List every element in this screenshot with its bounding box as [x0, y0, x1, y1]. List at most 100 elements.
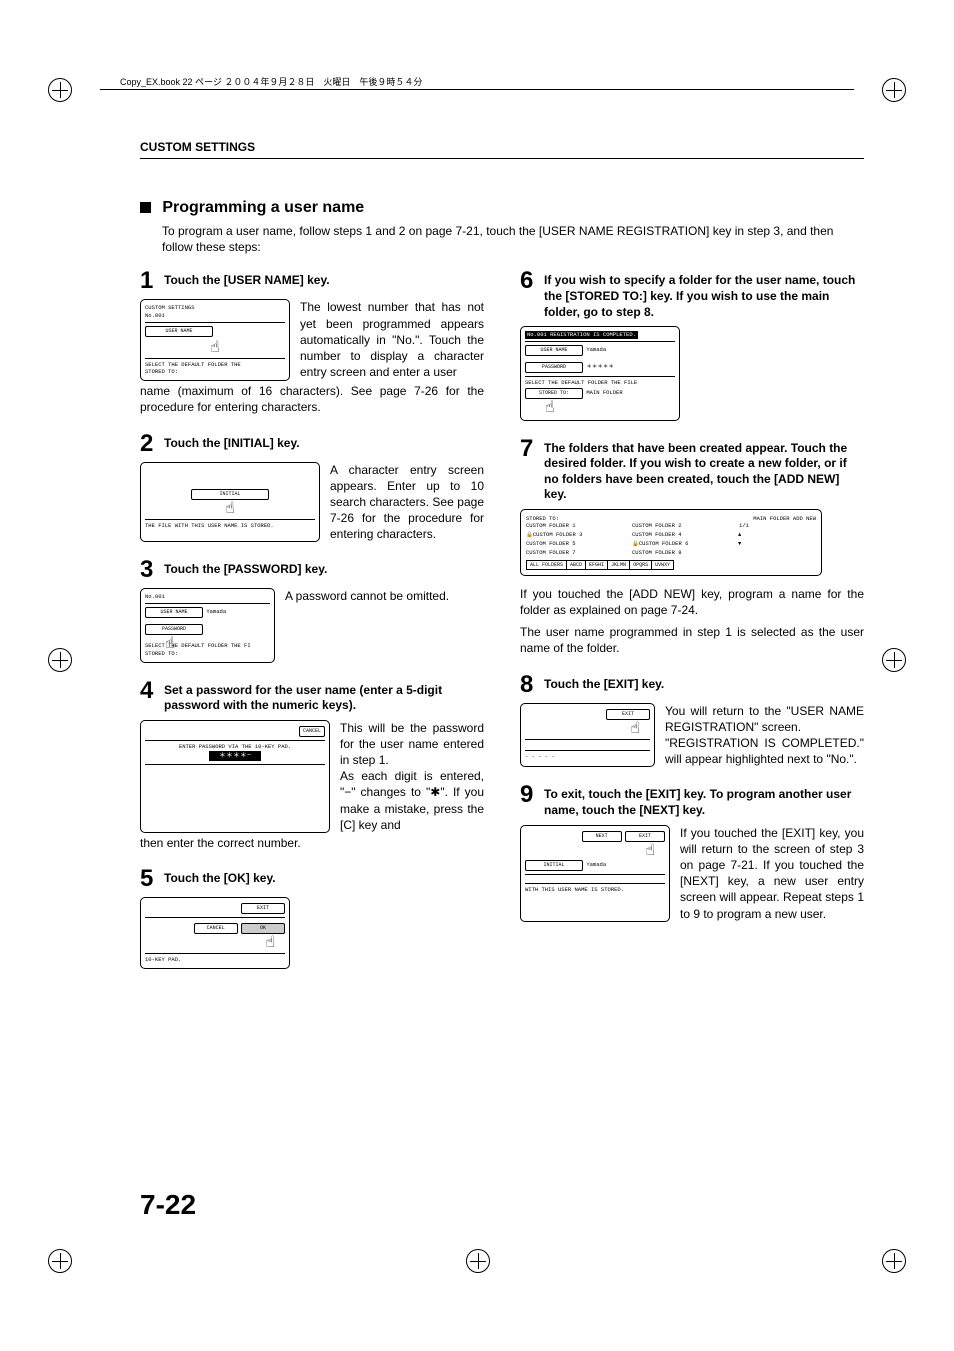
crop-mark-icon — [882, 1249, 906, 1273]
screen-label: SELECT THE DEFAULT FOLDER THE — [145, 361, 285, 369]
step-number: 4 — [140, 679, 158, 703]
step-text: You will return to the "USER NAME REGIST… — [665, 703, 864, 768]
page-title: Programming a user name — [162, 199, 364, 216]
folder-button[interactable]: CUSTOM FOLDER 5 — [526, 540, 626, 547]
step-number: 8 — [520, 673, 538, 697]
screen-label: 10-KEY PAD. — [145, 956, 285, 964]
crop-mark-icon — [466, 1249, 490, 1273]
folder-button[interactable]: CUSTOM FOLDER 4 — [632, 531, 732, 538]
screen-label: - - - - - — [525, 753, 650, 761]
exit-button[interactable]: EXIT — [625, 831, 665, 842]
step-number: 1 — [140, 269, 158, 293]
initial-button[interactable]: INITIAL — [525, 860, 583, 871]
hand-icon: ☝ — [545, 399, 555, 417]
crop-mark-icon — [882, 648, 906, 672]
user-name-button[interactable]: USER NAME — [145, 326, 213, 337]
screen-label: STORED TO: — [526, 515, 559, 522]
step-text: name (maximum of 16 characters). See pag… — [140, 383, 484, 415]
screen-value: Yamada — [586, 861, 606, 868]
ok-button[interactable]: OK — [241, 923, 285, 934]
hand-icon: ☝ — [210, 339, 220, 357]
hand-icon: ☝ — [630, 720, 640, 738]
folder-button[interactable]: 🔒CUSTOM FOLDER 3 — [526, 531, 626, 538]
screen-label: THE FILE WITH THIS USER NAME IS STORED. — [145, 522, 315, 530]
screen-label: CUSTOM SETTINGS — [145, 304, 285, 312]
lock-icon: 🔒 — [526, 531, 533, 538]
initial-button[interactable]: INITIAL — [191, 489, 269, 500]
page-number: 7-22 — [140, 1189, 196, 1221]
screen-label: No.001 — [145, 312, 285, 320]
next-button[interactable]: NEXT — [582, 831, 622, 842]
folder-button[interactable]: CUSTOM FOLDER 2 — [632, 522, 732, 529]
password-button[interactable]: PASSWORD — [145, 624, 203, 635]
screen-value: ＊＊＊＊＊ — [586, 363, 614, 370]
main-folder-button[interactable]: MAIN FOLDER — [753, 515, 789, 522]
step-text: If you touched the [ADD NEW] key, progra… — [520, 586, 864, 618]
title-square-icon — [140, 202, 151, 213]
scroll-down-button[interactable]: ▼ — [738, 540, 750, 547]
cancel-button[interactable]: CANCEL — [194, 923, 238, 934]
folder-tab[interactable]: ALL FOLDERS — [526, 560, 567, 570]
screen-mock: No.001 REGISTRATION IS COMPLETED. USER N… — [520, 326, 680, 420]
step-title: If you wish to specify a folder for the … — [544, 269, 864, 320]
step-number: 7 — [520, 437, 538, 461]
step-title: Touch the [EXIT] key. — [544, 673, 664, 693]
header-crop-text: Copy_EX.book 22 ページ ２００４年９月２８日 火曜日 午後９時５… — [120, 75, 422, 88]
screen-mock: STORED TO: MAIN FOLDER ADD NEW CUSTOM FO… — [520, 509, 822, 576]
screen-mock: No.001 USER NAME Yamada PASSWORD ☝ SELEC… — [140, 588, 275, 662]
folder-tab[interactable]: ABCD — [567, 560, 586, 570]
screen-mock: NEXT EXIT ☝ INITIAL Yamada WITH THIS USE… — [520, 825, 670, 922]
screen-value: MAIN FOLDER — [586, 389, 622, 396]
folder-tab[interactable]: EFGHI — [586, 560, 608, 570]
cancel-button[interactable]: CANCEL — [299, 726, 325, 737]
intro-text: To program a user name, follow steps 1 a… — [162, 223, 864, 255]
stored-to-button[interactable]: STORED TO: — [525, 388, 583, 399]
step-text: This will be the password for the user n… — [340, 720, 484, 833]
section-header: CUSTOM SETTINGS — [140, 140, 864, 159]
step-title: The folders that have been created appea… — [544, 437, 864, 503]
step-title: Touch the [INITIAL] key. — [164, 432, 300, 452]
hand-icon: ☝ — [645, 842, 655, 860]
step-title: Touch the [OK] key. — [164, 867, 276, 887]
screen-value: Yamada — [586, 346, 606, 353]
folder-tab[interactable]: OPQRS — [630, 560, 652, 570]
screen-mock: EXIT ☝ - - - - - — [520, 703, 655, 768]
step-text: If you touched the [EXIT] key, you will … — [680, 825, 864, 922]
screen-label: STORED TO: — [145, 368, 285, 376]
hand-icon: ☝ — [265, 934, 275, 952]
folder-button[interactable]: CUSTOM FOLDER 1 — [526, 522, 626, 529]
step-title: Set a password for the user name (enter … — [164, 679, 484, 714]
screen-mock: CUSTOM SETTINGS No.001 USER NAME ☝ SELEC… — [140, 299, 290, 381]
step-number: 6 — [520, 269, 538, 293]
folder-button[interactable]: CUSTOM FOLDER 8 — [632, 549, 732, 556]
page-indicator: 1/1 — [739, 522, 749, 529]
crop-mark-icon — [48, 1249, 72, 1273]
exit-button[interactable]: EXIT — [606, 709, 650, 720]
crop-mark-icon — [48, 648, 72, 672]
folder-button[interactable]: CUSTOM FOLDER 7 — [526, 549, 626, 556]
crop-mark-icon — [882, 78, 906, 102]
user-name-button[interactable]: USER NAME — [525, 345, 583, 356]
step-number: 3 — [140, 558, 158, 582]
header-line — [100, 89, 854, 90]
add-new-button[interactable]: ADD NEW — [793, 515, 816, 522]
step-title: Touch the [PASSWORD] key. — [164, 558, 327, 578]
exit-button[interactable]: EXIT — [241, 903, 285, 914]
step-number: 2 — [140, 432, 158, 456]
step-text: The user name programmed in step 1 is se… — [520, 624, 864, 656]
screen-mock: CANCEL ENTER PASSWORD VIA THE 10-KEY PAD… — [140, 720, 330, 833]
step-text: A character entry screen appears. Enter … — [330, 462, 484, 543]
crop-mark-icon — [48, 78, 72, 102]
user-name-button[interactable]: USER NAME — [145, 607, 203, 618]
password-button[interactable]: PASSWORD — [525, 362, 583, 373]
scroll-up-button[interactable]: ▲ — [738, 531, 750, 538]
folder-tab[interactable]: UVWXY — [652, 560, 674, 570]
hand-icon: ☝ — [225, 500, 235, 518]
screen-label: SELECT THE DEFAULT FOLDER THE FILE — [525, 379, 675, 387]
screen-label: STORED TO: — [145, 650, 270, 658]
folder-tab[interactable]: JKLMN — [608, 560, 630, 570]
step-title: To exit, touch the [EXIT] key. To progra… — [544, 783, 864, 818]
step-text: then enter the correct number. — [140, 835, 484, 851]
folder-button[interactable]: 🔒CUSTOM FOLDER 6 — [632, 540, 732, 547]
screen-label: SELECT THE DEFAULT FOLDER THE FI — [145, 642, 270, 650]
